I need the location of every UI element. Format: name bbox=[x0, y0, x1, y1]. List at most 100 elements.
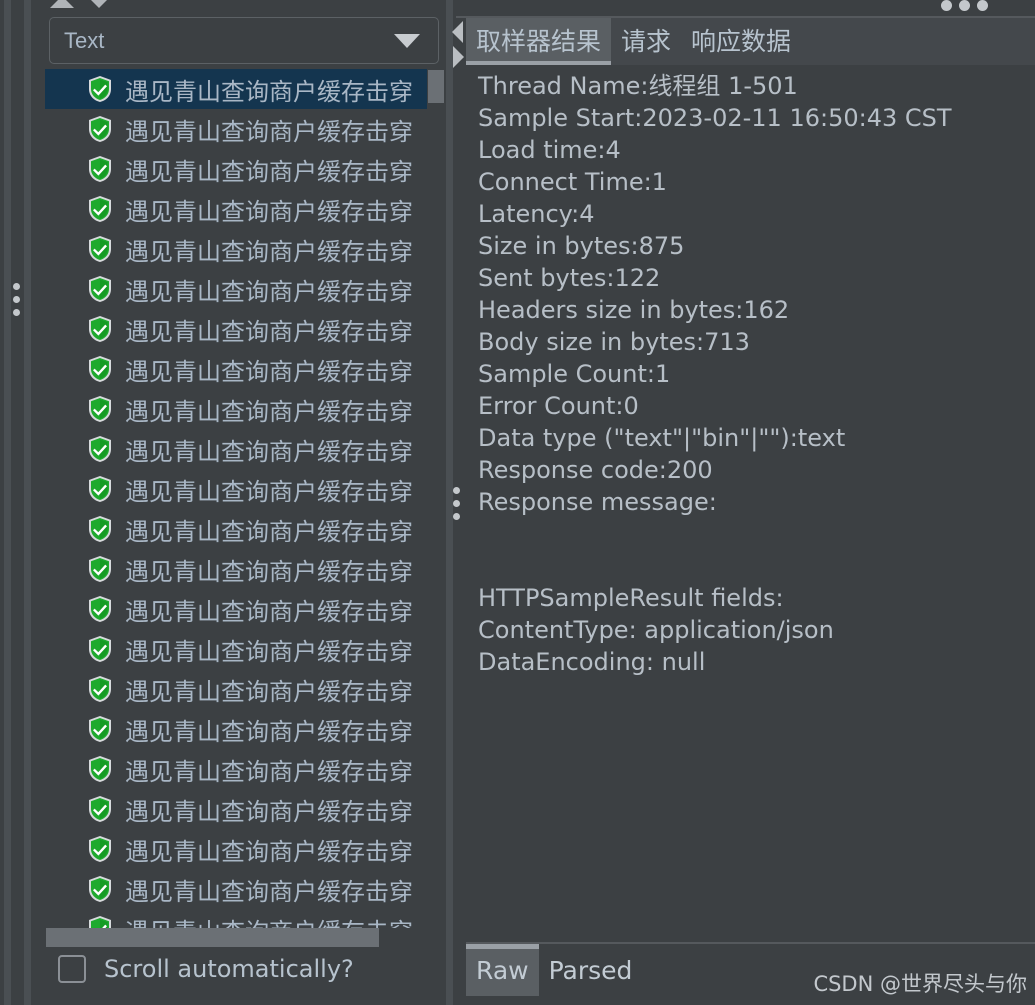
chevron-down-icon[interactable] bbox=[394, 33, 420, 48]
list-item-label: 遇见青山查询商户缓存击穿 bbox=[125, 557, 413, 586]
result-line: Response message: bbox=[478, 488, 717, 516]
list-item[interactable]: 遇见青山查询商户缓存击穿 bbox=[45, 629, 443, 669]
shield-success-icon bbox=[87, 555, 113, 583]
arrow-right-icon[interactable] bbox=[453, 46, 464, 68]
list-item[interactable]: 遇见青山查询商户缓存击穿 bbox=[45, 109, 443, 149]
scroll-automatically-label: Scroll automatically? bbox=[104, 955, 354, 983]
list-item[interactable]: 遇见青山查询商户缓存击穿 bbox=[45, 389, 443, 429]
shield-success-icon bbox=[87, 835, 113, 863]
scroll-automatically-checkbox[interactable]: Scroll automatically? bbox=[58, 955, 354, 983]
list-item[interactable]: 遇见青山查询商户缓存击穿 bbox=[45, 589, 443, 629]
shield-success-icon bbox=[87, 595, 113, 623]
arrow-left-icon[interactable] bbox=[452, 21, 463, 43]
list-item[interactable]: 遇见青山查询商户缓存击穿 bbox=[45, 149, 443, 189]
result-line: Size in bytes:875 bbox=[478, 232, 685, 260]
shield-success-icon bbox=[87, 915, 113, 928]
splitter-dot bbox=[452, 513, 460, 520]
list-item[interactable]: 遇见青山查询商户缓存击穿 bbox=[45, 869, 443, 909]
splitter-dot bbox=[959, 0, 970, 11]
tab-1[interactable]: 取样器结果 bbox=[466, 18, 612, 65]
splitter-dot bbox=[12, 296, 20, 303]
list-item-label: 遇见青山查询商户缓存击穿 bbox=[125, 477, 413, 506]
center-splitter-handle[interactable] bbox=[449, 487, 463, 520]
result-line: Thread Name:线程组 1-501 bbox=[478, 72, 798, 100]
list-item[interactable]: 遇见青山查询商户缓存击穿 bbox=[45, 789, 443, 829]
list-item-label: 遇见青山查询商户缓存击穿 bbox=[125, 197, 413, 226]
list-item-label: 遇见青山查询商户缓存击穿 bbox=[125, 877, 413, 906]
shield-success-icon bbox=[87, 275, 113, 303]
list-item[interactable]: 遇见青山查询商户缓存击穿 bbox=[45, 229, 443, 269]
result-line: Sent bytes:122 bbox=[478, 264, 661, 292]
list-item[interactable]: 遇见青山查询商户缓存击穿 bbox=[45, 909, 443, 928]
result-line: Response code:200 bbox=[478, 456, 713, 484]
splitter-dot bbox=[12, 309, 20, 316]
bottom-tab-raw[interactable]: Raw bbox=[466, 944, 539, 996]
results-list[interactable]: 遇见青山查询商户缓存击穿 遇见青山查询商户缓存击穿 遇见青山查询商户缓存击穿 遇见青山… bbox=[45, 69, 443, 928]
shield-success-icon bbox=[87, 635, 113, 663]
list-item[interactable]: 遇见青山查询商户缓存击穿 bbox=[45, 669, 443, 709]
top-splitter-handle[interactable] bbox=[941, 0, 988, 11]
list-vertical-scroll-thumb[interactable] bbox=[428, 70, 444, 103]
inner-splitter-rail[interactable] bbox=[24, 0, 31, 1005]
list-item-label: 遇见青山查询商户缓存击穿 bbox=[125, 837, 413, 866]
list-item-label: 遇见青山查询商户缓存击穿 bbox=[125, 717, 413, 746]
list-item[interactable]: 遇见青山查询商户缓存击穿 bbox=[45, 189, 443, 229]
list-item[interactable]: 遇见青山查询商户缓存击穿 bbox=[45, 349, 443, 389]
list-item[interactable]: 遇见青山查询商户缓存击穿 bbox=[45, 829, 443, 869]
sampler-result-content[interactable]: Thread Name:线程组 1-501 Sample Start:2023-0… bbox=[466, 70, 1035, 942]
shield-success-icon bbox=[87, 315, 113, 343]
shield-success-icon bbox=[87, 875, 113, 903]
shield-success-icon bbox=[87, 195, 113, 223]
result-tabs: 取样器结果 请求 响应数据 bbox=[466, 18, 1035, 65]
render-format-combobox[interactable]: Text bbox=[49, 17, 439, 64]
list-item[interactable]: 遇见青山查询商户缓存击穿 bbox=[45, 269, 443, 309]
splitter-dot bbox=[977, 0, 988, 11]
list-item[interactable]: 遇见青山查询商户缓存击穿 bbox=[45, 709, 443, 749]
left-splitter-handle[interactable] bbox=[9, 283, 23, 316]
list-item-label: 遇见青山查询商户缓存击穿 bbox=[125, 637, 413, 666]
checkbox-box[interactable] bbox=[58, 955, 86, 983]
list-item[interactable]: 遇见青山查询商户缓存击穿 bbox=[45, 549, 443, 589]
outer-splitter-rail[interactable] bbox=[4, 0, 11, 1005]
list-vertical-scrollbar[interactable] bbox=[427, 69, 444, 928]
list-item-label: 遇见青山查询商户缓存击穿 bbox=[125, 237, 413, 266]
arrow-down-icon[interactable] bbox=[87, 0, 111, 8]
result-line: DataEncoding: null bbox=[478, 648, 706, 676]
result-line bbox=[466, 518, 1035, 550]
result-line: Sample Count:1 bbox=[478, 360, 671, 388]
splitter-dot bbox=[452, 487, 460, 494]
list-item[interactable]: 遇见青山查询商户缓存击穿 bbox=[45, 429, 443, 469]
result-line bbox=[466, 550, 1035, 582]
shield-success-icon bbox=[87, 675, 113, 703]
result-line: ContentType: application/json bbox=[478, 616, 834, 644]
result-line: Body size in bytes:713 bbox=[478, 328, 750, 356]
list-item[interactable]: 遇见青山查询商户缓存击穿 bbox=[45, 309, 443, 349]
list-item[interactable]: 遇见青山查询商户缓存击穿 bbox=[45, 749, 443, 789]
bottom-tab-parsed[interactable]: Parsed bbox=[539, 944, 643, 996]
splitter-dot bbox=[12, 283, 20, 290]
tab-scroll-arrows[interactable] bbox=[452, 18, 466, 70]
watermark: CSDN @世界尽头与你 bbox=[813, 972, 1027, 996]
shield-success-icon bbox=[87, 115, 113, 143]
list-item-label: 遇见青山查询商户缓存击穿 bbox=[125, 77, 413, 106]
list-item[interactable]: 遇见青山查询商户缓存击穿 bbox=[45, 69, 443, 109]
list-item-label: 遇见青山查询商户缓存击穿 bbox=[125, 157, 413, 186]
shield-success-icon bbox=[87, 75, 113, 103]
list-horizontal-scroll-thumb[interactable] bbox=[46, 928, 379, 947]
list-item-label: 遇见青山查询商户缓存击穿 bbox=[125, 317, 413, 346]
list-item[interactable]: 遇见青山查询商户缓存击穿 bbox=[45, 509, 443, 549]
scroll-arrow-buttons[interactable] bbox=[48, 0, 118, 10]
tab-3[interactable]: 响应数据 bbox=[681, 18, 801, 61]
shield-success-icon bbox=[87, 155, 113, 183]
tab-2[interactable]: 请求 bbox=[611, 18, 681, 61]
left-panel: Text 遇见青山查询商户缓存击穿 遇见青山查询商户缓存击穿 遇见青山查询商户缓存击… bbox=[0, 0, 446, 1005]
list-item-label: 遇见青山查询商户缓存击穿 bbox=[125, 597, 413, 626]
shield-success-icon bbox=[87, 435, 113, 463]
jmeter-view-results-tree: Text 遇见青山查询商户缓存击穿 遇见青山查询商户缓存击穿 遇见青山查询商户缓存击… bbox=[0, 0, 1035, 1005]
list-item[interactable]: 遇见青山查询商户缓存击穿 bbox=[45, 469, 443, 509]
result-line: Data type ("text"|"bin"|""):text bbox=[478, 424, 846, 452]
result-line: Sample Start:2023-02-11 16:50:43 CST bbox=[478, 104, 952, 132]
arrow-up-icon[interactable] bbox=[50, 0, 74, 8]
list-item-label: 遇见青山查询商户缓存击穿 bbox=[125, 357, 413, 386]
list-item-label: 遇见青山查询商户缓存击穿 bbox=[125, 117, 413, 146]
